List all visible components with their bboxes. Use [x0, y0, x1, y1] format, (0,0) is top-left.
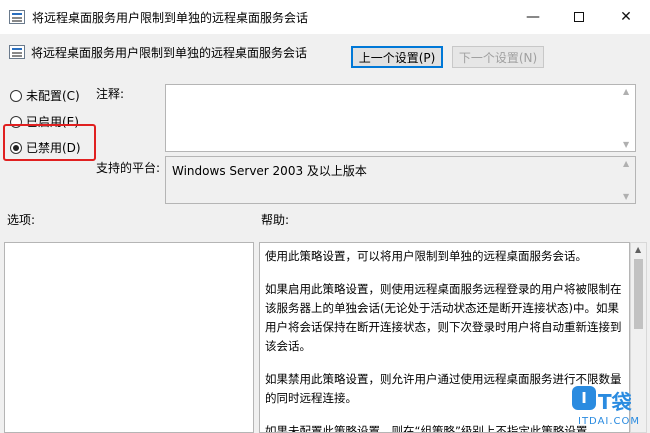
platform-scrollbar[interactable]: ▲ ▼ — [620, 157, 635, 203]
policy-name: 将远程桌面服务用户限制到单独的远程桌面服务会话 — [31, 46, 308, 60]
maximize-icon — [574, 12, 584, 22]
help-paragraph: 如果启用此策略设置，则使用远程桌面服务远程登录的用户将被限制在该服务器上的单独会… — [265, 282, 622, 353]
comment-label: 注释: — [96, 87, 125, 101]
radio-not-configured[interactable]: 未配置(C) — [10, 87, 80, 104]
next-setting-button[interactable]: 下一个设置(N) — [452, 46, 544, 68]
scroll-up-icon: ▲ — [623, 159, 630, 168]
policy-icon — [9, 10, 25, 24]
scroll-up-icon: ▲ — [635, 245, 642, 254]
scroll-up-icon: ▲ — [623, 87, 630, 96]
red-highlight-box — [3, 124, 96, 161]
supported-platform-field: Windows Server 2003 及以上版本 — [165, 156, 636, 204]
comment-scrollbar[interactable]: ▲ ▼ — [620, 85, 635, 151]
previous-setting-button[interactable]: 上一个设置(P) — [351, 46, 443, 68]
help-paragraph: 如果未配置此策略设置，则在“组策略”级别上不指定此策略设置。 — [265, 424, 599, 433]
minimize-button[interactable]: — — [510, 0, 556, 34]
help-paragraph: 使用此策略设置，可以将用户限制到单独的远程桌面服务会话。 — [265, 249, 587, 263]
title-bar: 将远程桌面服务用户限制到单独的远程桌面服务会话 — ✕ — [0, 0, 650, 34]
supported-platform-label: 支持的平台: — [96, 161, 161, 175]
help-label: 帮助: — [261, 213, 290, 227]
radio-indicator — [10, 89, 22, 102]
scrollbar-thumb[interactable] — [634, 259, 643, 329]
options-panel — [4, 242, 254, 433]
radio-label: 未配置(C) — [26, 89, 80, 103]
close-button[interactable]: ✕ — [602, 0, 650, 34]
window-title: 将远程桌面服务用户限制到单独的远程桌面服务会话 — [32, 11, 309, 25]
scroll-down-icon: ▼ — [623, 192, 630, 201]
watermark-logo: I T袋 ITDAI.COM — [572, 384, 648, 432]
options-label: 选项: — [7, 213, 36, 227]
policy-setting-icon — [9, 45, 25, 59]
watermark-text: T袋 — [598, 390, 632, 414]
watermark-subtext: ITDAI.COM — [578, 416, 641, 427]
minimize-icon: — — [526, 9, 540, 25]
comment-textarea[interactable] — [165, 84, 636, 152]
maximize-button[interactable] — [556, 0, 602, 34]
watermark-mark: I — [572, 386, 596, 410]
scroll-down-icon: ▼ — [623, 140, 630, 149]
close-icon: ✕ — [620, 9, 632, 25]
help-paragraph: 如果禁用此策略设置，则允许用户通过使用远程桌面服务进行不限数量的同时远程连接。 — [265, 372, 622, 405]
